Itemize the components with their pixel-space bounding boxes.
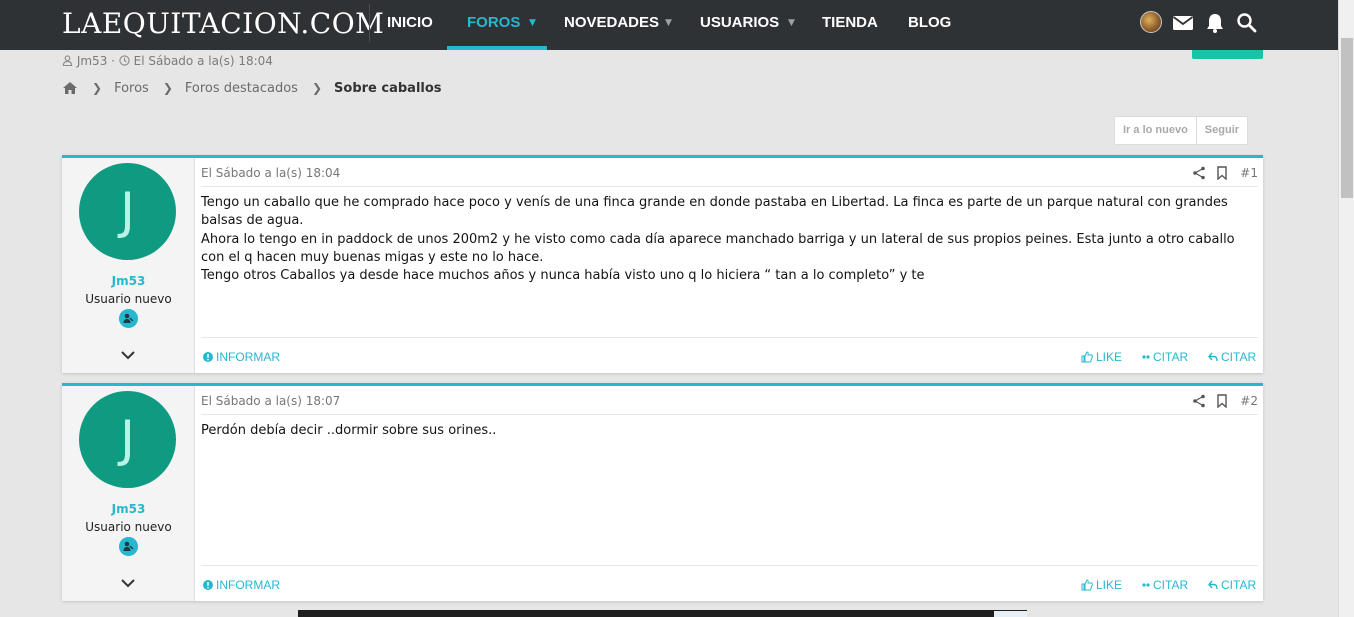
post-footer: INFORMAR LIKE CITAR CITAR <box>201 565 1258 601</box>
share-icon[interactable] <box>1192 166 1206 180</box>
username[interactable]: Jm53 <box>62 502 195 516</box>
new-user-badge-icon[interactable] <box>119 309 138 328</box>
post-1: J Jm53 Usuario nuevo El Sábado a la(s) 1… <box>62 155 1263 373</box>
post-user-panel: J Jm53 Usuario nuevo <box>62 386 195 601</box>
reply-button[interactable]: CITAR <box>1208 578 1256 592</box>
post-paragraph: Tengo otros Caballos ya desde hace mucho… <box>201 268 925 284</box>
post-user-panel: J Jm53 Usuario nuevo <box>62 158 195 373</box>
clock-icon <box>119 55 130 66</box>
chevron-down-icon[interactable] <box>118 576 138 590</box>
post-date[interactable]: El Sábado a la(s) 18:07 <box>201 394 340 408</box>
share-icon[interactable] <box>1192 394 1206 408</box>
post-paragraph: Tengo un caballo que he comprado hace po… <box>201 195 1228 229</box>
thread-meta: Jm53 · El Sábado a la(s) 18:04 <box>62 54 273 68</box>
nav-item-foros[interactable]: FOROS <box>467 0 520 46</box>
breadcrumb-current[interactable]: Sobre caballos <box>334 81 442 96</box>
ad-choices-icon[interactable] <box>994 611 1027 617</box>
user-title: Usuario nuevo <box>85 520 172 534</box>
like-button[interactable]: LIKE <box>1081 578 1122 592</box>
chevron-right-icon: ❯ <box>162 81 173 95</box>
username[interactable]: Jm53 <box>62 274 195 288</box>
new-user-badge-icon[interactable] <box>119 537 138 556</box>
user-title: Usuario nuevo <box>85 292 172 306</box>
chevron-right-icon: ❯ <box>311 81 323 95</box>
quote-button[interactable]: CITAR <box>1142 350 1188 364</box>
reply-icon <box>1208 352 1218 362</box>
user-icon <box>62 55 73 67</box>
reply-button[interactable]: CITAR <box>1208 350 1256 364</box>
home-icon[interactable] <box>62 81 78 95</box>
post-number[interactable]: #2 <box>1240 394 1258 408</box>
post-body: Perdón debía decir ..dormir sobre sus or… <box>201 422 1258 440</box>
thread-author[interactable]: Jm53 <box>77 54 108 68</box>
green-tab[interactable] <box>1192 50 1263 59</box>
active-nav-indicator <box>447 46 547 50</box>
chevron-down-icon[interactable]: ▼ <box>529 0 536 46</box>
post-body: Tengo un caballo que he comprado hace po… <box>201 194 1258 285</box>
nav-item-blog[interactable]: BLOG <box>908 0 951 46</box>
avatar[interactable]: J <box>79 163 176 260</box>
bookmark-icon[interactable] <box>1215 166 1229 180</box>
post-header: El Sábado a la(s) 18:07 #2 <box>201 386 1258 415</box>
post-header: El Sábado a la(s) 18:04 #1 <box>201 158 1258 187</box>
page-scrollbar[interactable] <box>1338 0 1354 617</box>
thumbs-up-icon <box>1081 579 1093 591</box>
advertisement-banner[interactable] <box>298 610 1027 617</box>
avatar[interactable]: J <box>79 391 176 488</box>
quote-button[interactable]: CITAR <box>1142 578 1188 592</box>
breadcrumb: ❯ Foros ❯ Foros destacados ❯ Sobre cabal… <box>62 78 442 98</box>
info-icon <box>203 580 213 590</box>
search-icon[interactable] <box>1236 12 1258 34</box>
reply-icon <box>1208 580 1218 590</box>
user-avatar-icon[interactable] <box>1140 11 1162 33</box>
report-button[interactable]: INFORMAR <box>203 578 280 592</box>
nav-item-inicio[interactable]: INICIO <box>387 0 433 46</box>
scrollbar-thumb[interactable] <box>1341 38 1353 198</box>
site-logo[interactable]: LAEQUITACION.COM <box>62 6 384 42</box>
chevron-down-icon[interactable] <box>118 348 138 362</box>
thumbs-up-icon <box>1081 351 1093 363</box>
post-number[interactable]: #1 <box>1240 166 1258 180</box>
info-icon <box>203 352 213 362</box>
post-footer: INFORMAR LIKE CITAR CITAR <box>201 337 1258 373</box>
report-button[interactable]: INFORMAR <box>203 350 280 364</box>
post-content: El Sábado a la(s) 18:04 #1 Tengo un caba… <box>196 158 1263 373</box>
mail-icon[interactable] <box>1172 12 1194 34</box>
post-paragraph: Perdón debía decir ..dormir sobre sus or… <box>201 423 497 438</box>
breadcrumb-item-destacados[interactable]: Foros destacados <box>185 81 298 96</box>
nav-divider <box>369 4 370 42</box>
post-date[interactable]: El Sábado a la(s) 18:04 <box>201 166 340 180</box>
chevron-down-icon[interactable]: ▼ <box>665 0 672 46</box>
post-2: J Jm53 Usuario nuevo El Sábado a la(s) 1… <box>62 383 1263 601</box>
breadcrumb-item-foros[interactable]: Foros <box>114 81 149 96</box>
quote-icon <box>1142 583 1150 587</box>
bookmark-icon[interactable] <box>1215 394 1229 408</box>
jump-to-new-button[interactable]: Ir a lo nuevo <box>1115 117 1196 144</box>
post-content: El Sábado a la(s) 18:07 #2 Perdón debía … <box>196 386 1263 601</box>
nav-item-tienda[interactable]: TIENDA <box>822 0 878 46</box>
nav-item-novedades[interactable]: NOVEDADES <box>564 0 659 46</box>
like-button[interactable]: LIKE <box>1081 350 1122 364</box>
bell-icon[interactable] <box>1204 12 1226 34</box>
top-navbar: LAEQUITACION.COM INICIO FOROS ▼ NOVEDADE… <box>0 0 1338 50</box>
nav-item-usuarios[interactable]: USUARIOS <box>700 0 779 46</box>
post-paragraph: Ahora lo tengo en in paddock de unos 200… <box>201 231 1235 265</box>
thread-date: El Sábado a la(s) 18:04 <box>133 54 273 68</box>
follow-button[interactable]: Seguir <box>1195 117 1247 144</box>
quote-icon <box>1142 355 1150 359</box>
thread-action-buttons: Ir a lo nuevo Seguir <box>1114 116 1249 145</box>
chevron-down-icon[interactable]: ▼ <box>788 0 795 46</box>
chevron-right-icon: ❯ <box>92 81 103 95</box>
